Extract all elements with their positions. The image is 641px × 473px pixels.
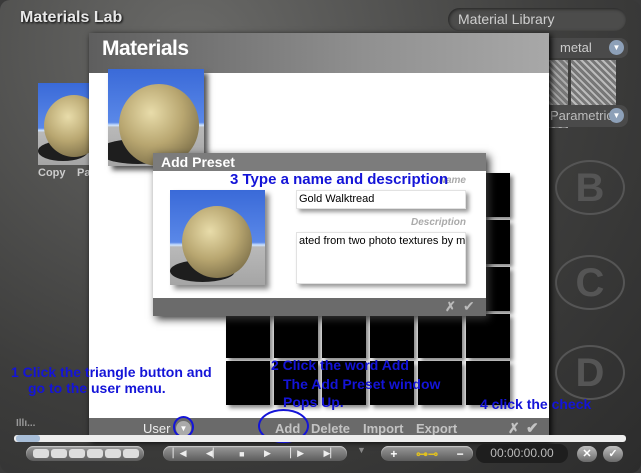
add-key-icon[interactable]: + <box>390 447 397 461</box>
ok-button[interactable]: ✓ <box>603 446 623 462</box>
cancel-button[interactable]: ✕ <box>577 446 597 462</box>
playback-controls: ▏◀ ◀▏ ■ ▶ ▏▶ ▶▏ <box>163 446 347 461</box>
material-preset-thumbnail[interactable] <box>108 69 204 166</box>
step-forward-icon[interactable]: ▏▶ <box>290 448 304 459</box>
slot-c[interactable]: C <box>555 255 625 310</box>
annotation-step1a: 1 Click the triangle button and <box>11 364 212 380</box>
materials-title: Materials <box>89 33 549 73</box>
annotation-step1b: go to the user menu. <box>28 380 166 396</box>
preview-thumbnail <box>38 83 93 165</box>
dropdown-triangle-icon[interactable]: ▼ <box>609 40 624 55</box>
name-input[interactable]: Gold Walktread <box>296 190 466 209</box>
slot-d[interactable]: D <box>555 345 625 400</box>
go-to-start-icon[interactable]: ▏◀ <box>173 448 187 459</box>
import-button[interactable]: Import <box>363 421 403 436</box>
category-dropdown[interactable]: metal ▼ <box>540 38 628 58</box>
key-icon[interactable]: ⊶⊸ <box>416 447 438 461</box>
type-value: Parametric <box>550 108 613 123</box>
step-back-icon[interactable]: ◀▏ <box>206 448 220 459</box>
preset-tile[interactable] <box>418 314 462 358</box>
keyframe-controls: + ⊶⊸ − <box>381 446 473 461</box>
type-dropdown[interactable]: Parametric ▼ <box>540 105 628 127</box>
preset-preview <box>170 190 265 285</box>
add-preset-title: Add Preset <box>153 153 486 171</box>
annotation-step3: 3 Type a name and description <box>230 171 449 188</box>
timeline-slider[interactable] <box>14 435 626 442</box>
level-indicator: Illı... <box>16 418 36 429</box>
dropdown-triangle-icon[interactable]: ▼ <box>609 108 624 123</box>
play-icon[interactable]: ▶ <box>264 448 271 459</box>
timeline-handle[interactable] <box>16 435 40 442</box>
copy-button[interactable]: Copy <box>38 167 66 179</box>
category-value: metal <box>560 40 592 55</box>
annotation-step4: 4 click the check <box>480 396 592 412</box>
go-to-end-icon[interactable]: ▶▏ <box>323 448 337 459</box>
confirm-check-icon[interactable]: ✔ <box>463 298 475 315</box>
material-library-tab[interactable]: Material Library <box>448 8 626 31</box>
preset-tile[interactable] <box>466 314 510 358</box>
export-button[interactable]: Export <box>416 421 457 436</box>
annotation-step2b: The Add Preset window <box>283 376 441 392</box>
time-display: 00:00:00.00 <box>476 444 568 463</box>
preset-tile[interactable] <box>226 361 270 405</box>
annotation-step2c: Pops Up. <box>283 394 344 410</box>
add-preset-footer: ✗ ✔ <box>153 298 486 316</box>
preset-tile[interactable] <box>274 314 318 358</box>
stop-icon[interactable]: ■ <box>239 449 244 459</box>
remove-key-icon[interactable]: − <box>457 447 464 461</box>
loop-triangle-icon[interactable]: ▼ <box>357 445 366 455</box>
app-title: Materials Lab <box>20 9 123 26</box>
preset-tile[interactable] <box>322 314 366 358</box>
cancel-x-icon[interactable]: ✗ <box>445 299 456 315</box>
texture-thumbnail[interactable] <box>571 60 616 105</box>
slot-b[interactable]: B <box>555 160 625 215</box>
preset-tile[interactable] <box>226 314 270 358</box>
frame-segments[interactable] <box>26 446 144 461</box>
preset-tile[interactable] <box>370 314 414 358</box>
annotation-step2a: 2 Click the word Add <box>271 357 409 373</box>
delete-button[interactable]: Delete <box>311 421 350 436</box>
user-menu-label[interactable]: User <box>143 421 170 436</box>
description-label: Description <box>410 217 466 228</box>
description-textarea[interactable]: ated from two photo textures by me <box>296 232 466 284</box>
